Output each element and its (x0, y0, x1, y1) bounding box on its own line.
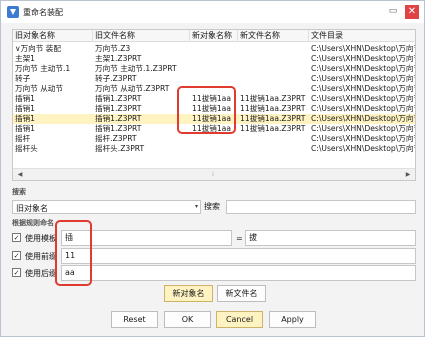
table-cell (238, 134, 309, 144)
title-bar: 重命名装配 ▭ ✕ (1, 1, 424, 23)
column-header-old-object[interactable]: 旧对象名称 (13, 30, 93, 42)
table-cell (190, 144, 238, 154)
rules-section-label: 根据规则命名 (12, 219, 54, 227)
table-row[interactable]: ∨万向节 装配 万向节.Z3 C:\Users\XHN\Desktop\万向节 (13, 44, 416, 54)
table-cell: 插销1.Z3PRT (95, 114, 142, 123)
search-combo-value: 旧对象名 (16, 204, 48, 213)
table-cell: 摇杆头 (15, 144, 38, 153)
table-cell (190, 74, 238, 84)
scroll-thumb[interactable]: ⁞ (208, 170, 218, 180)
table-cell: 11拔销1aa.Z3PRT (240, 104, 306, 113)
table-cell (238, 74, 309, 84)
replace-to-input[interactable]: 拔 (245, 230, 416, 246)
table-cell: 插销1 (15, 124, 36, 133)
table-cell: C:\Users\XHN\Desktop\万向节 (311, 44, 416, 53)
table-cell (190, 54, 238, 64)
table-cell: 插销1 (15, 94, 36, 103)
search-input[interactable] (226, 200, 416, 214)
table-cell: 转子 (15, 74, 31, 83)
table-cell: C:\Users\XHN\Desktop\万向节 (311, 144, 416, 153)
app-icon (7, 6, 19, 18)
new-object-name-button[interactable]: 新对象名 (164, 285, 213, 302)
horizontal-scrollbar[interactable]: ◀ ⁞ ▶ (13, 168, 415, 180)
table-cell: C:\Users\XHN\Desktop\万向节 (311, 124, 416, 133)
table-row[interactable]: 摇杆 摇杆.Z3PRT C:\Users\XHN\Desktop\万向节 (13, 134, 416, 144)
apply-button[interactable]: Apply (269, 311, 316, 328)
column-header-new-file[interactable]: 新文件名称 (238, 30, 309, 42)
table-cell: 插销1 (15, 104, 36, 113)
prefix-checkbox[interactable]: ✓ (12, 251, 21, 260)
table-cell: 主架1 (15, 54, 36, 63)
column-header-new-object[interactable]: 新对象名称 (190, 30, 238, 42)
table-cell: 万向节.Z3 (95, 44, 131, 53)
table-cell (190, 44, 238, 54)
replace-label: 使用模板 (25, 234, 57, 243)
table-cell: 摇杆头.Z3PRT (95, 144, 145, 153)
column-header-file-directory[interactable]: 文件目录 (309, 30, 415, 42)
reset-button[interactable]: Reset (111, 311, 158, 328)
table-cell: 万向节 主动节.1 (15, 64, 71, 73)
table-cell (238, 54, 309, 64)
suffix-checkbox[interactable]: ✓ (12, 268, 21, 277)
scroll-right-icon[interactable]: ▶ (403, 170, 413, 180)
table-cell: 主架1.Z3PRT (95, 54, 142, 63)
prefix-input[interactable]: 11 (61, 248, 416, 264)
table-cell: 插销1.Z3PRT (95, 94, 142, 103)
suffix-input[interactable]: aa (61, 265, 416, 281)
table-cell: 万向节 主动节.1.Z3PRT (95, 64, 177, 73)
table-header: 旧对象名称 旧文件名称 新对象名称 新文件名称 文件目录 (13, 30, 415, 42)
table-cell (238, 144, 309, 154)
column-header-old-file[interactable]: 旧文件名称 (93, 30, 190, 42)
table-cell: ∨万向节 装配 (15, 44, 61, 53)
suffix-label: 使用后缀 (25, 269, 57, 278)
annotation-new-names-highlight (177, 86, 236, 134)
equals-sign: = (236, 234, 243, 243)
table-cell: 摇杆 (15, 134, 31, 143)
table-cell: C:\Users\XHN\Desktop\万向节 (311, 54, 416, 63)
table-cell: 11拔销1aa.Z3PRT (240, 94, 306, 103)
new-file-name-button[interactable]: 新文件名 (217, 285, 266, 302)
table-cell (190, 134, 238, 144)
table-cell: 11拔销1aa.Z3PRT (240, 124, 306, 133)
table-cell: C:\Users\XHN\Desktop\万向节 (311, 74, 416, 83)
table-cell (238, 84, 309, 94)
table-row[interactable]: 转子 转子.Z3PRT C:\Users\XHN\Desktop\万向节 (13, 74, 416, 84)
table-cell: C:\Users\XHN\Desktop\万向节 (311, 134, 416, 143)
rename-assembly-dialog: 重命名装配 ▭ ✕ 旧对象名称 旧文件名称 新对象名称 新文件名称 文件目录 ∨… (0, 0, 425, 337)
table-row[interactable]: 摇杆头 摇杆头.Z3PRT C:\Users\XHN\Desktop\万向节 (13, 144, 416, 154)
table-row[interactable]: 主架1 主架1.Z3PRT C:\Users\XHN\Desktop\万向节 (13, 54, 416, 64)
table-cell (190, 64, 238, 74)
annotation-rule-values-highlight (55, 220, 92, 286)
table-cell: 插销1.Z3PRT (95, 104, 142, 113)
table-cell: 插销1 (15, 114, 36, 123)
close-button[interactable]: ✕ (405, 5, 419, 19)
table-cell: 摇杆.Z3PRT (95, 134, 137, 143)
table-cell (238, 64, 309, 74)
replace-checkbox[interactable]: ✓ (12, 233, 21, 242)
table-cell (238, 44, 309, 54)
scroll-left-icon[interactable]: ◀ (15, 170, 25, 180)
search-section-label: 搜索 (12, 188, 26, 196)
table-cell: 转子.Z3PRT (95, 74, 137, 83)
table-cell: C:\Users\XHN\Desktop\万向节 (311, 104, 416, 113)
window-title: 重命名装配 (23, 8, 63, 17)
chevron-down-icon: ▾ (194, 203, 198, 210)
table-cell: 万向节 从动节.Z3PRT (95, 84, 170, 93)
search-button[interactable]: 搜索 (204, 201, 220, 212)
table-cell: 11拔销1aa.Z3PRT (240, 114, 306, 123)
search-field-combo[interactable]: 旧对象名 ▾ (12, 200, 201, 214)
table-cell: 万向节 从动节 (15, 84, 63, 93)
prefix-label: 使用前缀 (25, 252, 57, 261)
table-row[interactable]: 万向节 主动节.1 万向节 主动节.1.Z3PRT C:\Users\XHN\Des… (13, 64, 416, 74)
table-cell: C:\Users\XHN\Desktop\万向节 (311, 84, 416, 93)
cancel-button[interactable]: Cancel (216, 311, 263, 328)
table-cell: C:\Users\XHN\Desktop\万向节 (311, 94, 416, 103)
table-cell: 插销1.Z3PRT (95, 124, 142, 133)
ok-button[interactable]: OK (164, 311, 211, 328)
table-cell: C:\Users\XHN\Desktop\万向节 (311, 114, 416, 123)
table-cell: C:\Users\XHN\Desktop\万向节 (311, 64, 416, 73)
restore-button[interactable]: ▭ (387, 6, 399, 18)
